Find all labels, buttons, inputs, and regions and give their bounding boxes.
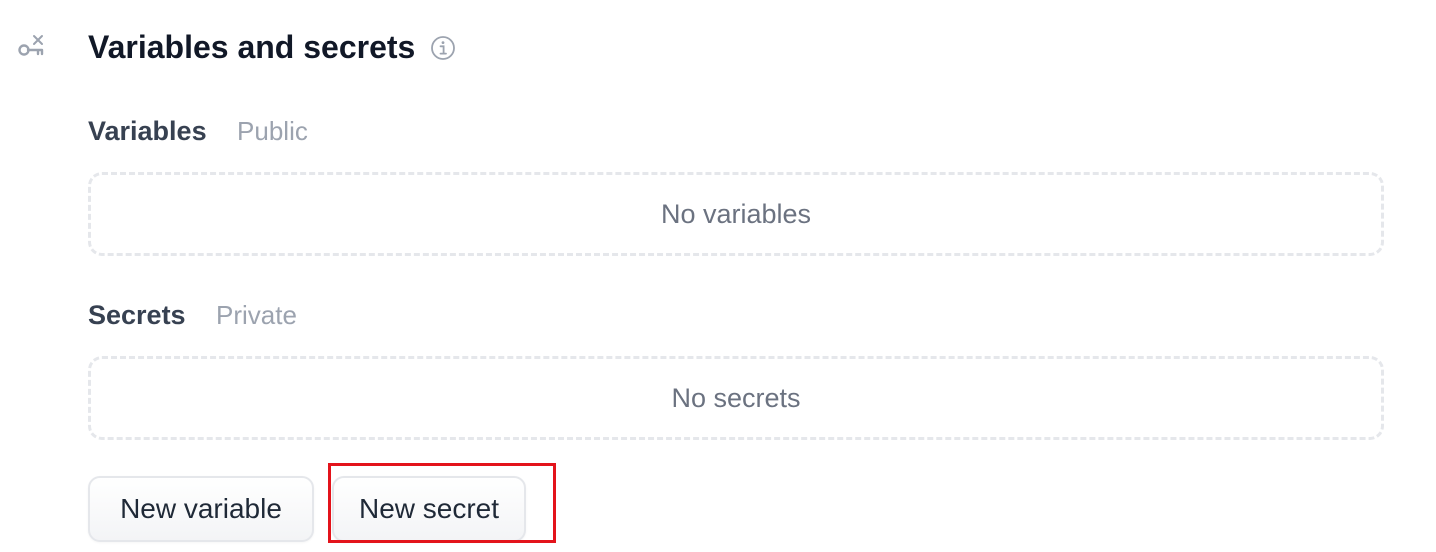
variables-heading-row: Variables Public [88,113,308,154]
secrets-empty-text: No secrets [671,382,801,413]
new-secret-button[interactable]: New secret [332,476,526,542]
variables-heading: Variables [88,116,207,146]
secrets-heading-row: Secrets Private [88,297,297,338]
secrets-visibility-label: Private [216,300,297,330]
section-title: Variables and secrets [88,29,416,65]
secrets-empty-state: No secrets [88,356,1384,440]
variables-and-secrets-panel: Variables and secrets Variables Public N… [0,0,1436,552]
variable-key-icon [18,35,44,56]
variables-visibility-label: Public [237,116,308,146]
variables-empty-state: No variables [88,172,1384,256]
secrets-heading: Secrets [88,300,186,330]
info-circle-icon[interactable] [430,35,456,61]
variables-empty-text: No variables [660,198,812,229]
new-variable-button[interactable]: New variable [88,476,314,542]
